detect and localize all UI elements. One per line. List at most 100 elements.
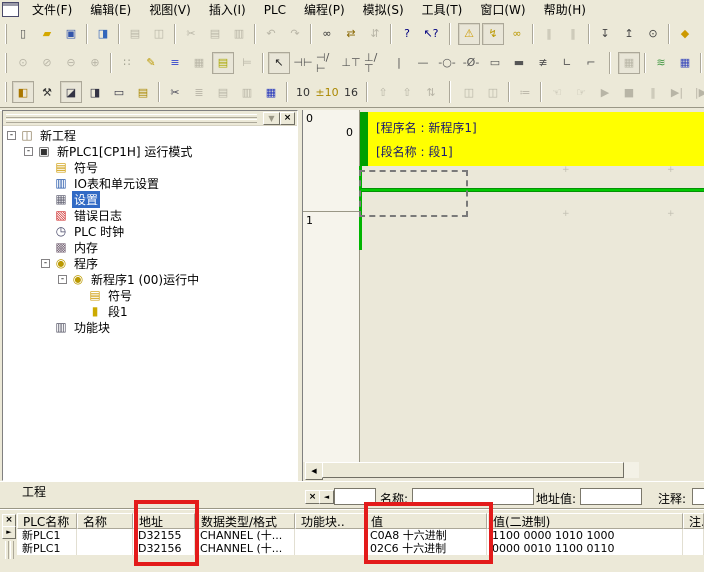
or-contact-no-button[interactable]: ⊥⊤ xyxy=(340,52,362,74)
io-table-window-button[interactable]: ▥ xyxy=(236,81,258,103)
pause-a-button[interactable]: ‖ xyxy=(538,23,560,45)
coil-button[interactable]: -○- xyxy=(436,52,458,74)
tree-titlebar[interactable]: ▼ × xyxy=(3,111,297,126)
verify-options-button[interactable]: ⇅ xyxy=(420,81,442,103)
watch-column-header[interactable]: 注... xyxy=(683,513,704,529)
sim-pause-button[interactable]: ‖ xyxy=(642,81,664,103)
copy-button[interactable]: ▤ xyxy=(204,23,226,45)
instruction-button[interactable]: ▭ xyxy=(484,52,506,74)
name-input[interactable] xyxy=(412,488,534,505)
menu-item[interactable]: 编程(P) xyxy=(295,0,354,20)
sim-offline-button[interactable]: ☞ xyxy=(570,81,592,103)
pause-monitor-window-button[interactable]: ▦ xyxy=(618,52,640,74)
print-button[interactable]: ▤ xyxy=(124,23,146,45)
redo-button[interactable]: ↷ xyxy=(284,23,306,45)
menu-item[interactable]: 工具(T) xyxy=(413,0,472,20)
monitor-ladder-button[interactable]: ▤ xyxy=(212,52,234,74)
tree-item[interactable]: ▥ IO表和单元设置 xyxy=(3,175,297,191)
horizontal-scrollbar[interactable]: ◀ xyxy=(305,462,639,478)
drag-grip[interactable] xyxy=(6,114,257,118)
close-icon[interactable]: × xyxy=(305,490,320,504)
delete-vertical-button[interactable]: ∟ xyxy=(556,52,578,74)
zoom-out-button[interactable]: ⊖ xyxy=(60,52,82,74)
tree-item[interactable]: ◷ PLC 时钟 xyxy=(3,223,297,239)
mdi-document-icon[interactable] xyxy=(2,2,19,17)
sim-step-run-button[interactable]: ▶| xyxy=(666,81,688,103)
document-preview-button[interactable]: ◨ xyxy=(92,23,114,45)
pause-monitor-button[interactable]: ∞ xyxy=(506,23,528,45)
watch-sheet-button[interactable]: ≔ xyxy=(514,81,536,103)
online-edit-send-button[interactable]: ≣ xyxy=(188,81,210,103)
menu-item[interactable]: 窗口(W) xyxy=(471,0,534,20)
work-online-button[interactable]: ⚠ xyxy=(458,23,480,45)
download-options-button[interactable]: ⇧ xyxy=(396,81,418,103)
watch-column-header[interactable]: 名称 xyxy=(77,513,133,529)
watch-column-header[interactable]: PLC名称 xyxy=(17,513,77,529)
menu-item[interactable]: 模拟(S) xyxy=(354,0,413,20)
open-file-button[interactable]: ▰ xyxy=(36,23,58,45)
horizontal-line-button[interactable]: — xyxy=(412,52,434,74)
vertical-line-button[interactable]: | xyxy=(388,52,410,74)
sim-stop-button[interactable]: ■ xyxy=(618,81,640,103)
hex-display-button[interactable]: 16 xyxy=(340,81,362,103)
menu-item[interactable]: 文件(F) xyxy=(23,0,81,20)
zoom-in-button[interactable]: ⊕ xyxy=(84,52,106,74)
pause-b-button[interactable]: ‖ xyxy=(562,23,584,45)
sim-step-in-button[interactable]: |▶ xyxy=(690,81,704,103)
print-preview-button[interactable]: ◫ xyxy=(148,23,170,45)
back-arrow-icon[interactable]: ◄ xyxy=(319,490,334,504)
tree-item[interactable]: ▮ 段1 xyxy=(3,303,297,319)
sim-online-button[interactable]: ☜ xyxy=(546,81,568,103)
tree-item[interactable]: ▦ 设置 xyxy=(3,191,297,207)
transfer-to-plc-button[interactable]: ↧ xyxy=(594,23,616,45)
zoom-cut-button[interactable]: ⊘ xyxy=(36,52,58,74)
tree-expander[interactable]: - xyxy=(41,259,50,268)
closed-coil-button[interactable]: -Ø- xyxy=(460,52,482,74)
tab-project[interactable]: 工程 xyxy=(8,483,60,501)
decimal-display-button[interactable]: 10 xyxy=(292,81,314,103)
output-window-button[interactable]: ◨ xyxy=(84,81,106,103)
tree-item[interactable]: ▤ 符号 xyxy=(3,159,297,175)
differential-monitor-button[interactable]: ≋ xyxy=(650,52,672,74)
address-reference-button[interactable]: ▭ xyxy=(108,81,130,103)
comment-button[interactable]: ✎ xyxy=(140,52,162,74)
signed-decimal-display-button[interactable]: ±10 xyxy=(316,81,338,103)
comment-input[interactable] xyxy=(692,488,704,505)
tree-expander[interactable]: - xyxy=(58,275,67,284)
toolbox-button[interactable]: ⚒ xyxy=(36,81,58,103)
current-cell-box[interactable] xyxy=(334,488,376,505)
tree-expander[interactable]: - xyxy=(7,131,16,140)
sheet-next-icon[interactable]: ► xyxy=(2,526,16,539)
ladder-editor[interactable]: 0 0 1 [程序名 : 新程序1] [段名称 : 段1] + + + + ◀ xyxy=(302,110,704,481)
ladder-cell-selection[interactable] xyxy=(359,170,468,217)
watch-column-header[interactable]: 值(二进制) xyxy=(487,513,683,529)
grid-toggle-button[interactable]: ∷ xyxy=(116,52,138,74)
contact-nc-button[interactable]: ⊣/⊢ xyxy=(316,52,338,74)
compare-with-plc-button[interactable]: ⊙ xyxy=(642,23,664,45)
watch-column-header[interactable]: 数据类型/格式 xyxy=(195,513,295,529)
tree-item[interactable]: - ▣ 新PLC1[CP1H] 运行模式 xyxy=(3,143,297,159)
transfer-from-plc-button[interactable]: ↥ xyxy=(618,23,640,45)
monitor-data-button[interactable]: ◆ xyxy=(698,23,704,45)
clock-pulse-button[interactable]: ▦ xyxy=(674,52,696,74)
watch-column-header[interactable]: 值 xyxy=(365,513,487,529)
tree-item[interactable]: ▩ 内存 xyxy=(3,239,297,255)
watch-row[interactable]: 新PLC1D32155CHANNEL (十...C0A8 十六进制1100 00… xyxy=(17,529,704,542)
cut-button[interactable]: ✂ xyxy=(180,23,202,45)
ladder-io-button[interactable]: ▦ xyxy=(188,52,210,74)
new-file-button[interactable]: ▯ xyxy=(12,23,34,45)
monitor-window-1-button[interactable]: ◫ xyxy=(458,81,480,103)
chevron-down-icon[interactable]: ▼ xyxy=(263,112,280,125)
tree-item[interactable]: ▥ 功能块 xyxy=(3,319,297,335)
select-tool-button[interactable]: ↖ xyxy=(268,52,290,74)
zoom-window-button[interactable]: ⊙ xyxy=(12,52,34,74)
show-project-tree-button[interactable]: ◧ xyxy=(12,81,34,103)
tree-item[interactable]: - ◫ 新工程 xyxy=(3,127,297,143)
watch-row[interactable]: 新PLC1D32156CHANNEL (十...02C6 十六进制0000 00… xyxy=(17,542,704,555)
or-contact-nc-button[interactable]: ⊥/⊤ xyxy=(364,52,386,74)
delete-horizontal-button[interactable]: ⌐ xyxy=(580,52,602,74)
sim-run-button[interactable]: ▶ xyxy=(594,81,616,103)
rung-wrap-button[interactable]: ⊨ xyxy=(236,52,258,74)
menu-item[interactable]: 视图(V) xyxy=(140,0,200,20)
watch-column-header[interactable]: 地址 xyxy=(133,513,195,529)
